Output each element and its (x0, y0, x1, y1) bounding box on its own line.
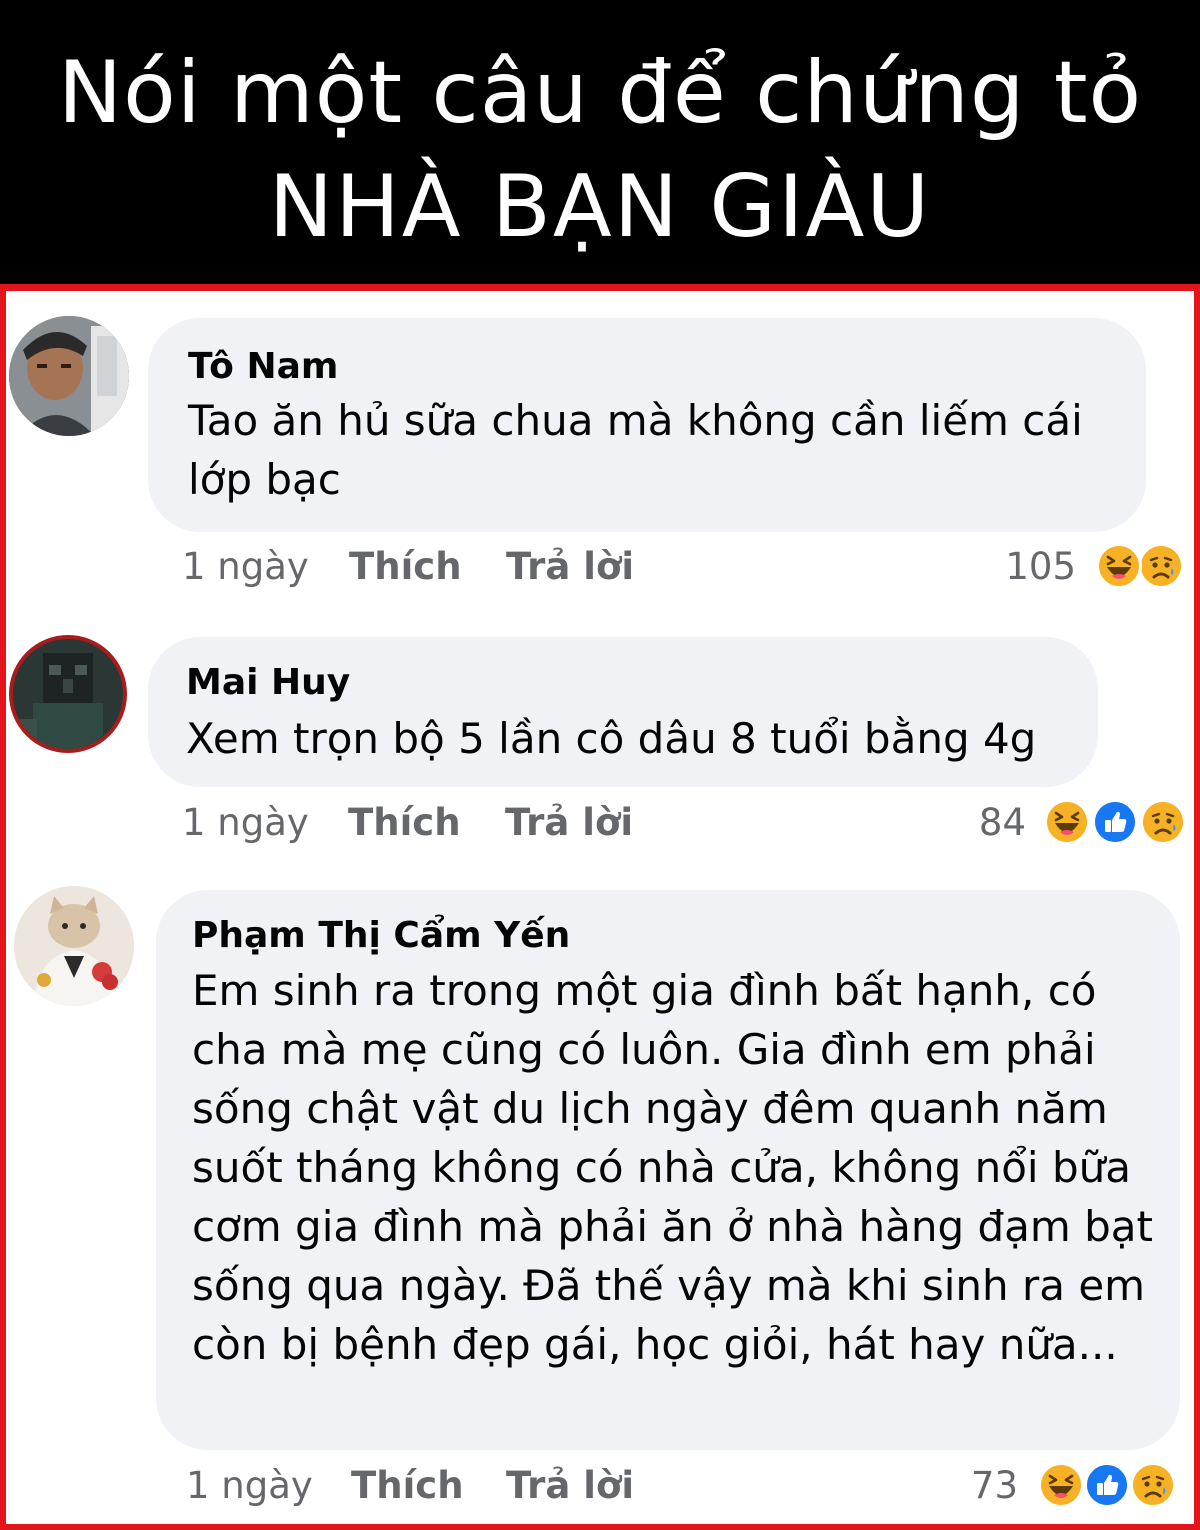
banner-title-line2: NHÀ BẠN GIÀU (268, 157, 932, 257)
sad-icon (1140, 799, 1186, 845)
like-button[interactable]: Thích (351, 1464, 464, 1508)
comment-bubble: Mai Huy Xem trọn bộ 5 lần cô dâu 8 tuổi … (148, 637, 1098, 787)
comment-text: Em sinh ra trong một gia đình bất hạnh, … (192, 966, 1154, 1369)
haha-icon (1038, 1462, 1084, 1508)
haha-icon (1044, 799, 1090, 845)
comment-text: Xem trọn bộ 5 lần cô dâu 8 tuổi bằng 4g (186, 714, 1037, 763)
reply-button[interactable]: Trả lời (505, 801, 633, 845)
avatar[interactable] (9, 635, 127, 753)
like-icon (1092, 799, 1138, 845)
comment-bubble: Tô Nam Tao ăn hủ sữa chua mà không cần l… (148, 318, 1146, 532)
reaction-count: 84 (978, 801, 1026, 844)
sad-icon (1130, 1462, 1176, 1508)
comment-author[interactable]: Phạm Thị Cẩm Yến (192, 914, 570, 958)
like-button[interactable]: Thích (348, 801, 461, 845)
avatar[interactable] (14, 886, 134, 1006)
avatar[interactable] (9, 316, 129, 436)
comments-frame: Tô Nam Tao ăn hủ sữa chua mà không cần l… (0, 284, 1200, 1530)
banner-title-line1: Nói một câu để chứng tỏ (57, 43, 1143, 143)
comment-time[interactable]: 1 ngày (182, 545, 309, 589)
reaction-count: 105 (1005, 545, 1076, 588)
comment-time[interactable]: 1 ngày (186, 1464, 313, 1508)
comment-text: Tao ăn hủ sữa chua mà không cần liếm cái… (188, 396, 1083, 504)
like-button[interactable]: Thích (349, 545, 462, 589)
haha-icon (1096, 543, 1142, 589)
comment-author[interactable]: Tô Nam (188, 345, 338, 389)
comment-time[interactable]: 1 ngày (182, 801, 309, 845)
sad-icon (1138, 543, 1184, 589)
reaction-count: 73 (970, 1464, 1018, 1507)
reply-button[interactable]: Trả lời (506, 545, 634, 589)
comment-bubble: Phạm Thị Cẩm Yến Em sinh ra trong một gi… (156, 890, 1180, 1450)
comment-author[interactable]: Mai Huy (186, 661, 350, 705)
reply-button[interactable]: Trả lời (506, 1464, 634, 1508)
title-banner: Nói một câu để chứng tỏ NHÀ BẠN GIÀU (0, 0, 1200, 284)
like-icon (1084, 1462, 1130, 1508)
